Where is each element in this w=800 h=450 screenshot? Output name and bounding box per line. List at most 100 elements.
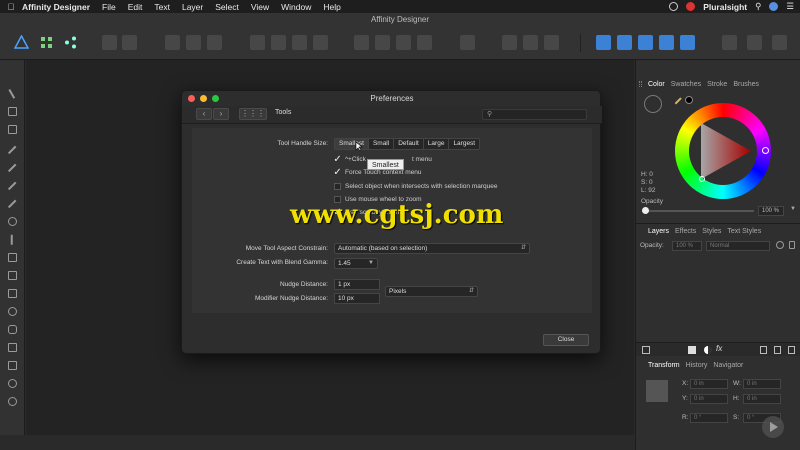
notification-center-icon[interactable]: ☰ xyxy=(786,1,794,12)
color-triangle-handle[interactable] xyxy=(699,176,705,182)
tab-color[interactable]: Color xyxy=(648,81,665,88)
toolbar-button[interactable] xyxy=(772,35,787,50)
pen-tool-icon[interactable] xyxy=(7,162,18,173)
menu-file[interactable]: File xyxy=(102,2,116,12)
transparency-tool-icon[interactable] xyxy=(7,234,18,245)
color-wheel[interactable] xyxy=(675,103,771,199)
tab-transform[interactable]: Transform xyxy=(648,362,680,369)
fill-swatch[interactable] xyxy=(644,95,662,113)
opacity-dropdown-icon[interactable]: ▼ xyxy=(790,206,796,212)
add-layer-icon[interactable] xyxy=(774,346,781,354)
fx-icon[interactable]: fx xyxy=(716,344,722,353)
handle-size-default[interactable]: Default xyxy=(394,139,424,149)
app-menu[interactable]: Affinity Designer xyxy=(22,2,90,12)
back-button[interactable]: ‹ xyxy=(196,108,212,120)
eyedropper-icon[interactable] xyxy=(674,96,682,105)
r-field[interactable]: 0 ° xyxy=(690,413,728,423)
blend-mode-dropdown[interactable]: Normal xyxy=(706,241,770,251)
toolbar-button[interactable] xyxy=(417,35,432,50)
toolbar-button[interactable] xyxy=(747,35,762,50)
toolbar-button[interactable] xyxy=(186,35,201,50)
show-all-button[interactable]: ⋮⋮⋮ xyxy=(239,108,267,120)
opacity-field[interactable]: 100 % xyxy=(758,206,784,216)
toolbar-button[interactable] xyxy=(460,35,475,50)
menu-edit[interactable]: Edit xyxy=(128,2,143,12)
vector-brush-tool-icon[interactable] xyxy=(7,198,18,209)
pencil-tool-icon[interactable] xyxy=(7,180,18,191)
tab-stroke[interactable]: Stroke xyxy=(707,81,727,88)
crop-tool-icon[interactable] xyxy=(7,270,18,281)
x-field[interactable]: 0 in xyxy=(690,379,728,389)
hue-handle[interactable] xyxy=(762,147,769,154)
toolbar-button[interactable] xyxy=(354,35,369,50)
toolbar-button[interactable] xyxy=(544,35,559,50)
layers-opacity-field[interactable]: 100 % xyxy=(672,241,702,251)
blend-gamma-dropdown[interactable]: 1.45 ▼ xyxy=(334,258,378,269)
play-overlay-icon[interactable] xyxy=(762,416,784,438)
status-icon[interactable] xyxy=(669,2,679,11)
tab-brushes[interactable]: Brushes xyxy=(733,81,759,88)
boolean-add-button[interactable] xyxy=(596,35,611,50)
siri-icon[interactable] xyxy=(769,2,779,11)
layer-settings-gear-icon[interactable] xyxy=(776,241,784,249)
menu-help[interactable]: Help xyxy=(323,2,340,12)
toolbar-button[interactable] xyxy=(122,35,137,50)
text-tool-icon[interactable] xyxy=(7,360,18,371)
y-field[interactable]: 0 in xyxy=(690,394,728,404)
units-dropdown[interactable]: Pixels ⇵ xyxy=(385,286,478,297)
checkbox-select-intersect[interactable]: Select object when intersects with selec… xyxy=(334,183,497,190)
apple-menu-icon[interactable]:  xyxy=(0,2,22,12)
pluralsight-icon[interactable] xyxy=(686,2,696,11)
nudge-distance-field[interactable]: 1 px xyxy=(334,279,380,290)
stroke-swatch[interactable] xyxy=(685,96,693,104)
tab-effects[interactable]: Effects xyxy=(675,228,696,235)
tab-layers[interactable]: Layers xyxy=(648,228,669,235)
boolean-xor-button[interactable] xyxy=(659,35,674,50)
boolean-subtract-button[interactable] xyxy=(617,35,632,50)
modifier-nudge-field[interactable]: 10 px xyxy=(334,293,380,304)
rounded-rectangle-tool-icon[interactable] xyxy=(7,324,18,335)
toolbar-button[interactable] xyxy=(523,35,538,50)
opacity-slider-handle[interactable] xyxy=(642,207,649,214)
handle-size-small[interactable]: Small xyxy=(369,139,395,149)
menu-text[interactable]: Text xyxy=(154,2,170,12)
triangle-tool-icon[interactable] xyxy=(7,342,18,353)
toolbar-button[interactable] xyxy=(271,35,286,50)
handle-size-smallest[interactable]: Smallest xyxy=(335,139,369,149)
rectangle-tool-icon[interactable] xyxy=(7,288,18,299)
toolbar-button[interactable] xyxy=(207,35,222,50)
tab-styles[interactable]: Styles xyxy=(702,228,721,235)
designer-persona-icon[interactable] xyxy=(13,34,30,50)
zoom-tool-icon[interactable] xyxy=(7,396,18,407)
menu-window[interactable]: Window xyxy=(281,2,311,12)
toolbar-button[interactable] xyxy=(292,35,307,50)
add-pixel-layer-icon[interactable] xyxy=(760,346,767,354)
panel-grip-icon[interactable] xyxy=(639,81,642,87)
opacity-slider[interactable] xyxy=(642,210,754,212)
w-field[interactable]: 0 in xyxy=(743,379,781,389)
toolbar-button[interactable] xyxy=(165,35,180,50)
tab-history[interactable]: History xyxy=(686,362,708,369)
preferences-search-input[interactable]: ⚲ xyxy=(482,109,587,120)
handle-size-large[interactable]: Large xyxy=(424,139,450,149)
toolbar-button[interactable] xyxy=(396,35,411,50)
node-tool-icon[interactable] xyxy=(7,106,18,117)
tab-swatches[interactable]: Swatches xyxy=(671,81,701,88)
export-persona-icon[interactable] xyxy=(63,35,78,50)
pluralsight-menu[interactable]: Pluralsight xyxy=(703,2,747,12)
adjustment-icon[interactable] xyxy=(704,346,712,354)
boolean-intersect-button[interactable] xyxy=(638,35,653,50)
fill-tool-icon[interactable] xyxy=(7,216,18,227)
mask-icon[interactable] xyxy=(688,346,696,354)
move-tool-icon[interactable] xyxy=(7,88,18,99)
toolbar-button[interactable] xyxy=(375,35,390,50)
delete-layer-icon[interactable] xyxy=(788,346,795,354)
spotlight-search-icon[interactable]: ⚲ xyxy=(755,1,761,12)
menu-view[interactable]: View xyxy=(251,2,269,12)
handle-size-largest[interactable]: Largest xyxy=(449,139,479,149)
toolbar-button[interactable] xyxy=(722,35,737,50)
menu-select[interactable]: Select xyxy=(215,2,239,12)
move-tool-aspect-dropdown[interactable]: Automatic (based on selection) ⇵ xyxy=(334,243,530,254)
pixel-persona-icon[interactable] xyxy=(39,35,54,50)
tab-text-styles[interactable]: Text Styles xyxy=(727,228,761,235)
